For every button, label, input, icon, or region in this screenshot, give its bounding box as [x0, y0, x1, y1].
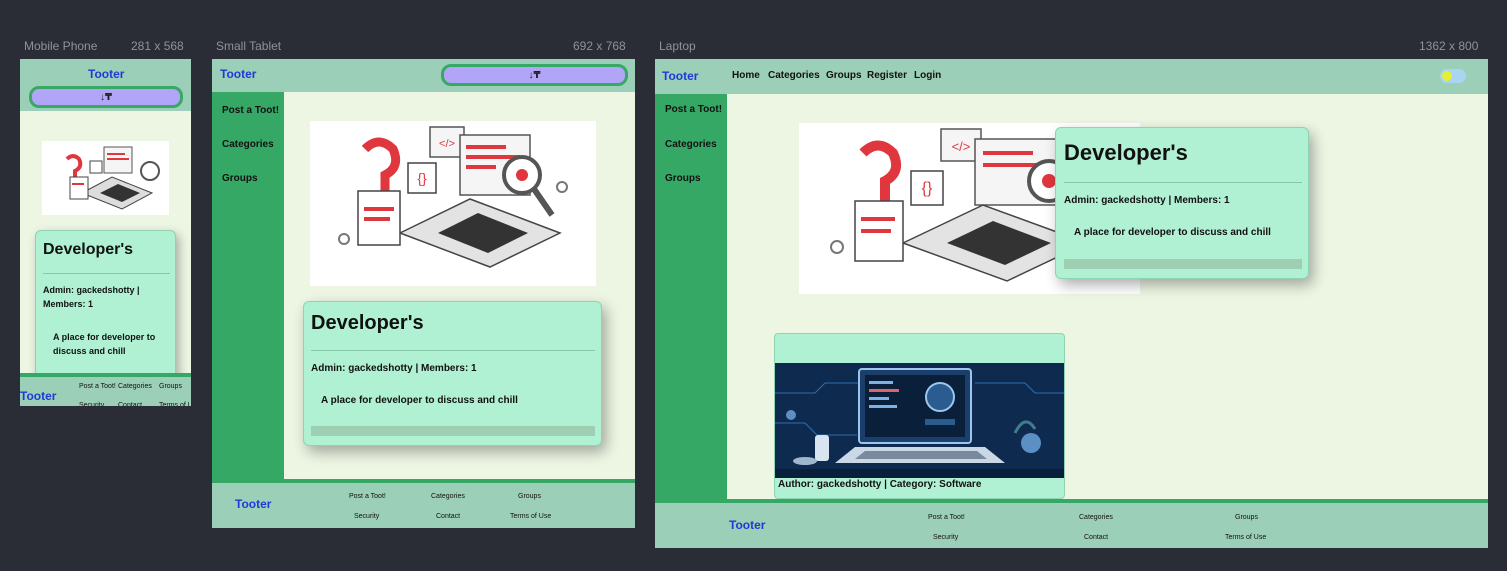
- group-card-meta: Admin: gackedshotty | Members: 1: [311, 363, 477, 374]
- code-workspace-illustration: [775, 363, 1064, 478]
- mobile-footer: Tooter Post a Toot! Categories Groups Se…: [20, 373, 191, 406]
- footer-link-groups[interactable]: Groups: [159, 383, 182, 390]
- desc-line-1: A place for developer to: [53, 332, 156, 342]
- group-card-description: A place for developer to discuss and chi…: [1074, 227, 1271, 238]
- group-illustration: [42, 141, 169, 215]
- sort-icon: ↓₸: [528, 69, 541, 81]
- sidebar-item-groups[interactable]: Groups: [665, 173, 701, 184]
- sidebar-item-categories[interactable]: Categories: [222, 139, 274, 150]
- toot-image: [775, 363, 1064, 478]
- sidebar-item-groups[interactable]: Groups: [222, 173, 258, 184]
- toot-card[interactable]: Author: gackedshotty | Category: Softwar…: [774, 333, 1065, 499]
- sidebar: Post a Toot! Categories Groups: [212, 92, 284, 483]
- laptop-header: Tooter Home Categories Groups Register L…: [655, 59, 1488, 94]
- laptop-footer: Tooter Post a Toot! Categories Groups Se…: [655, 499, 1488, 548]
- footer-link-categories[interactable]: Categories: [431, 493, 465, 500]
- footer-link-categories[interactable]: Categories: [1079, 514, 1113, 521]
- card-action-bar[interactable]: [1064, 259, 1302, 269]
- group-card-meta: Admin: gackedshotty | Members: 1: [1064, 195, 1230, 206]
- footer-link-categories[interactable]: Categories: [118, 383, 152, 390]
- sidebar-item-post[interactable]: Post a Toot!: [222, 105, 279, 116]
- tablet-viewport-label: Small Tablet: [216, 39, 282, 53]
- laptop-viewport-label: Laptop: [659, 39, 696, 53]
- laptop-frame: Tooter Home Categories Groups Register L…: [655, 59, 1488, 548]
- sort-button[interactable]: ↓₸: [29, 86, 183, 108]
- svg-text:{}: {}: [922, 180, 933, 197]
- group-card-title: Developer's: [43, 241, 134, 258]
- mobile-viewport-label: Mobile Phone: [24, 39, 98, 53]
- group-card-title: Developer's: [311, 312, 424, 334]
- tablet-header: Tooter ↓₸: [212, 59, 635, 92]
- nav-categories[interactable]: Categories: [768, 70, 820, 81]
- sort-icon: ↓₸: [100, 91, 112, 103]
- toggle-knob: [1442, 71, 1452, 81]
- meta-line-2: Members: 1: [43, 299, 94, 309]
- svg-text:</>: </>: [439, 138, 455, 150]
- sidebar: Post a Toot! Categories Groups: [655, 94, 727, 499]
- tablet-footer: Tooter Post a Toot! Categories Groups Se…: [212, 479, 635, 528]
- meta-line-1: Admin: gackedshotty |: [43, 285, 140, 295]
- theme-toggle[interactable]: [1440, 69, 1466, 83]
- mobile-frame: Tooter ↓₸ Developer's Admin: gackedshott…: [20, 59, 191, 406]
- group-card-meta: Admin: gackedshotty | Members: 1: [43, 285, 140, 309]
- nav-home[interactable]: Home: [732, 70, 760, 81]
- footer-link-contact[interactable]: Contact: [436, 513, 460, 520]
- toot-meta: Author: gackedshotty | Category: Softwar…: [778, 479, 982, 490]
- nav-groups[interactable]: Groups: [826, 70, 862, 81]
- nav-login[interactable]: Login: [914, 70, 941, 81]
- footer-link-security[interactable]: Security: [933, 534, 958, 541]
- mobile-header: Tooter ↓₸: [20, 59, 191, 111]
- mobile-viewport-size: 281 x 568: [131, 39, 184, 53]
- footer-link-terms[interactable]: Terms of Use: [159, 402, 191, 406]
- footer-link-groups[interactable]: Groups: [1235, 514, 1258, 521]
- desc-line-2: discuss and chill: [53, 346, 126, 356]
- tablet-frame: Tooter ↓₸ Post a Toot! Categories Groups…: [212, 59, 635, 528]
- footer-link-terms[interactable]: Terms of Use: [1225, 534, 1266, 541]
- sort-button[interactable]: ↓₸: [441, 64, 628, 86]
- footer-link-contact[interactable]: Contact: [118, 402, 142, 406]
- footer-link-post[interactable]: Post a Toot!: [349, 493, 386, 500]
- divider: [43, 273, 170, 274]
- footer-logo[interactable]: Tooter: [20, 389, 56, 403]
- laptop-viewport-size: 1362 x 800: [1419, 39, 1479, 53]
- developer-illustration: {} </>: [338, 126, 568, 268]
- header-logo[interactable]: Tooter: [662, 69, 698, 83]
- footer-link-post[interactable]: Post a Toot!: [79, 383, 116, 390]
- card-action-bar[interactable]: [311, 426, 595, 436]
- svg-text:</>: </>: [952, 139, 971, 154]
- group-card-description: A place for developer to discuss and chi…: [53, 332, 155, 356]
- divider: [311, 350, 595, 351]
- footer-link-post[interactable]: Post a Toot!: [928, 514, 965, 521]
- divider: [1064, 182, 1302, 183]
- svg-text:{}: {}: [417, 170, 427, 186]
- group-card[interactable]: Developer's Admin: gackedshotty | Member…: [35, 230, 176, 380]
- footer-link-security[interactable]: Security: [79, 402, 104, 406]
- footer-link-terms[interactable]: Terms of Use: [510, 513, 551, 520]
- developer-illustration: [65, 146, 160, 210]
- sidebar-item-categories[interactable]: Categories: [665, 139, 717, 150]
- group-card-popup[interactable]: Developer's Admin: gackedshotty | Member…: [1055, 127, 1309, 279]
- group-card-description: A place for developer to discuss and chi…: [321, 395, 518, 406]
- group-illustration: {} </>: [310, 121, 596, 286]
- group-card[interactable]: Developer's Admin: gackedshotty | Member…: [303, 301, 602, 446]
- footer-link-groups[interactable]: Groups: [518, 493, 541, 500]
- footer-logo[interactable]: Tooter: [729, 518, 765, 532]
- header-logo[interactable]: Tooter: [220, 67, 256, 81]
- header-logo[interactable]: Tooter: [88, 67, 124, 81]
- footer-link-security[interactable]: Security: [354, 513, 379, 520]
- tablet-viewport-size: 692 x 768: [573, 39, 626, 53]
- nav-register[interactable]: Register: [867, 70, 907, 81]
- footer-logo[interactable]: Tooter: [235, 497, 271, 511]
- footer-link-contact[interactable]: Contact: [1084, 534, 1108, 541]
- group-card-title: Developer's: [1064, 140, 1188, 165]
- sidebar-item-post[interactable]: Post a Toot!: [665, 104, 722, 115]
